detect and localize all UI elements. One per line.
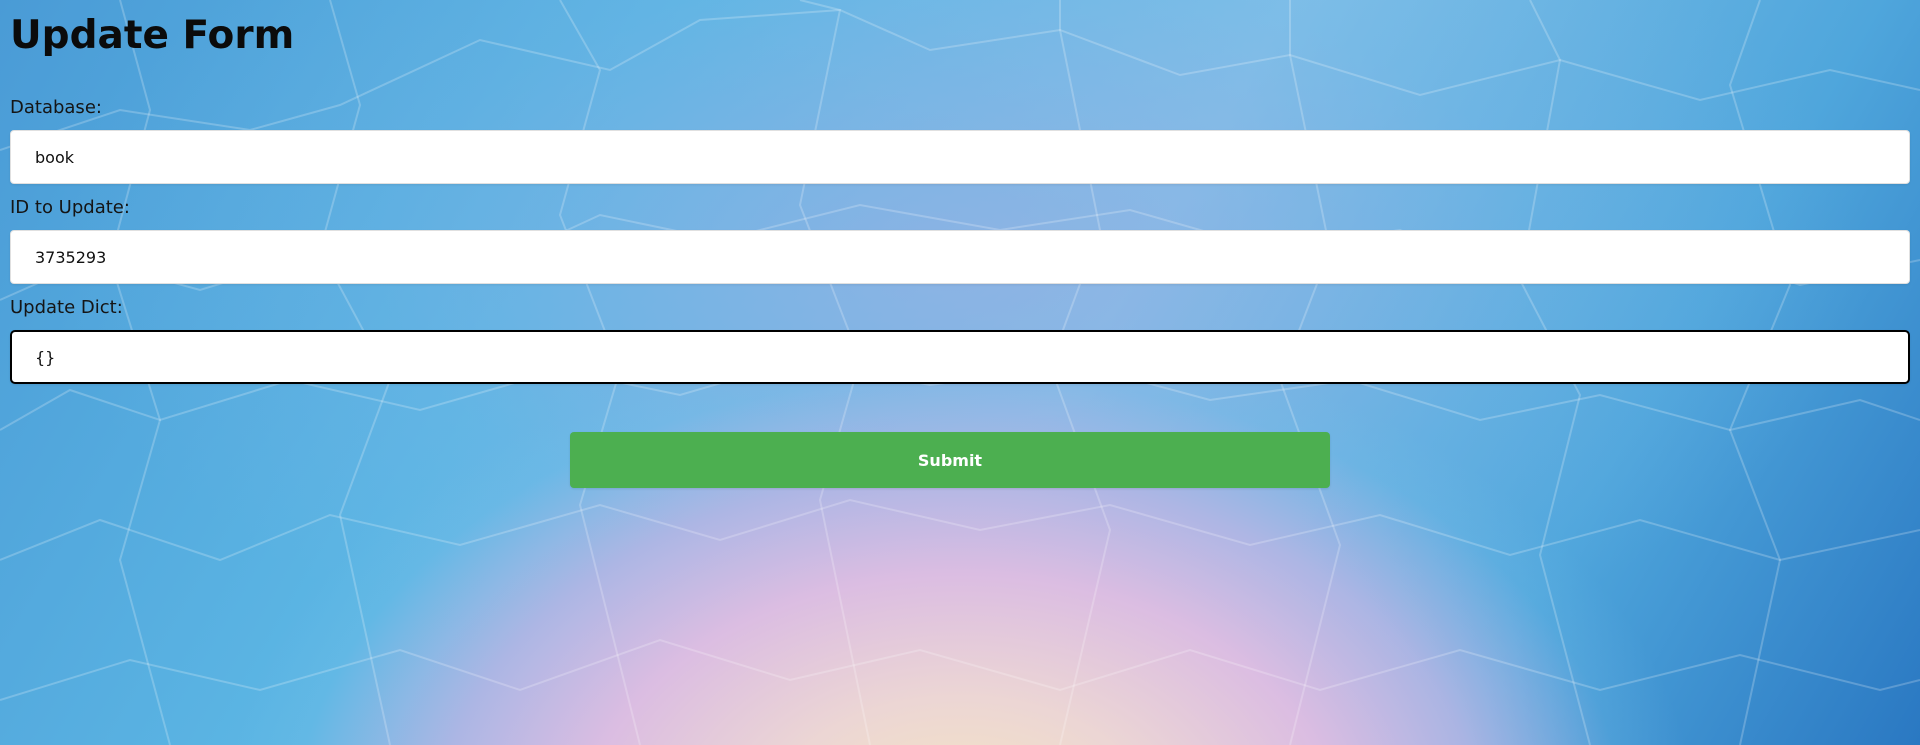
database-input[interactable]: [10, 130, 1910, 184]
update-dict-input[interactable]: [10, 330, 1910, 384]
id-to-update-label: ID to Update:: [10, 197, 130, 218]
page-title: Update Form: [10, 13, 295, 58]
id-to-update-input[interactable]: [10, 230, 1910, 284]
update-dict-label: Update Dict:: [10, 297, 123, 318]
submit-button[interactable]: Submit: [570, 432, 1330, 488]
database-label: Database:: [10, 97, 102, 118]
